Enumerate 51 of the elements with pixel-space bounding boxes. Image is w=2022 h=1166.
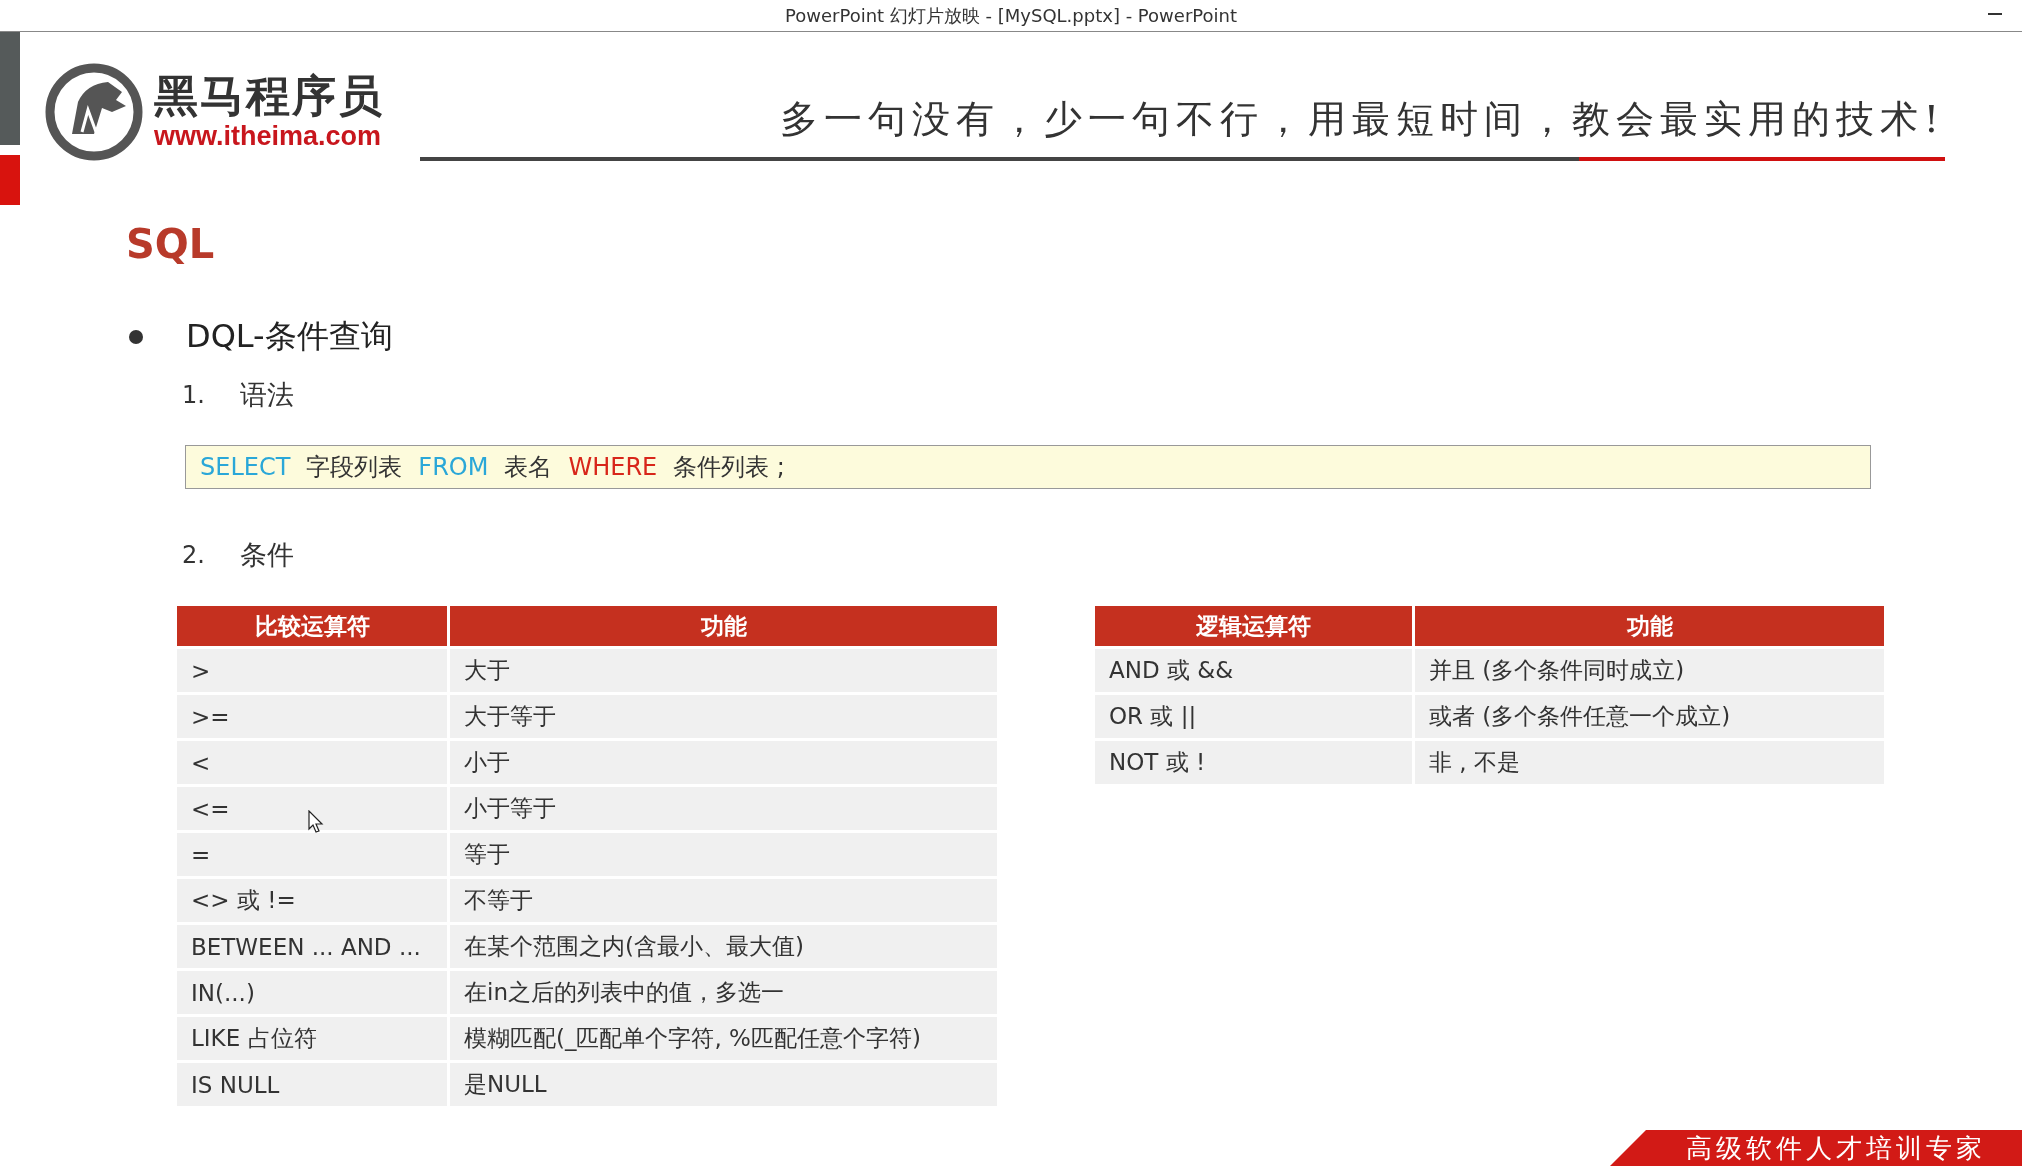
column-header: 功能 [450,606,997,646]
code-token: 字段列表 [306,452,403,483]
table-cell: 小于等于 [450,787,997,830]
table-cell: <= [177,787,447,830]
column-header: 比较运算符 [177,606,447,646]
code-token: 表名 [504,452,553,483]
logo-name: 黑马程序员 [154,72,384,121]
code-token: SELECT [200,453,291,481]
table-cell: IN(...) [177,971,447,1014]
table-cell: 模糊匹配(_匹配单个字符, %匹配任意个字符) [450,1017,997,1060]
table-cell: > [177,649,447,692]
table-cell: 小于 [450,741,997,784]
minimize-icon[interactable] [1988,13,2002,15]
banner-text: 高级软件人才培训专家 [1686,1131,1986,1165]
table-cell: = [177,833,447,876]
step-label: 语法 [240,378,294,412]
table-cell: 不等于 [450,879,997,922]
table-cell: 是NULL [450,1063,997,1106]
table-cell: 大于等于 [450,695,997,738]
window-title: PowerPoint 幻灯片放映 - [MySQL.pptx] - PowerPoint [785,3,1237,28]
slide-title: SQL [126,220,216,269]
table-cell: 在in之后的列表中的值，多选一 [450,971,997,1014]
column-header: 功能 [1415,606,1884,646]
code-token: WHERE [568,453,658,481]
step-label: 条件 [240,538,294,572]
bullet-icon [129,330,143,344]
table-cell: IS NULL [177,1063,447,1106]
table-cell: <> 或 != [177,879,447,922]
table-cell: 在某个范围之内(含最小、最大值) [450,925,997,968]
code-token: FROM [418,453,489,481]
step-number: 2. [182,541,206,569]
mouse-cursor-icon [308,810,326,834]
table-cell: OR 或 || [1095,695,1412,738]
column-header: 逻辑运算符 [1095,606,1412,646]
table-cell: < [177,741,447,784]
table-cell: AND 或 && [1095,649,1412,692]
table-cell: >= [177,695,447,738]
table-cell: 或者 (多个条件任意一个成立) [1415,695,1884,738]
logo-url: www.itheima.com [154,120,383,152]
table-cell: BETWEEN ... AND ... [177,925,447,968]
table-cell: 大于 [450,649,997,692]
bullet-heading: DQL-条件查询 [186,316,393,357]
code-token: 条件列表 ; [673,452,785,483]
table-cell: LIKE 占位符 [177,1017,447,1060]
table-cell: NOT 或 ! [1095,741,1412,784]
table-cell: 等于 [450,833,997,876]
slogan: 多一句没有，少一句不行，用最短时间，教会最实用的技术! [779,96,1945,143]
accent-bar [0,155,20,205]
table-cell: 并且 (多个条件同时成立) [1415,649,1884,692]
table-cell: 非 , 不是 [1415,741,1884,784]
step-number: 1. [182,381,206,409]
